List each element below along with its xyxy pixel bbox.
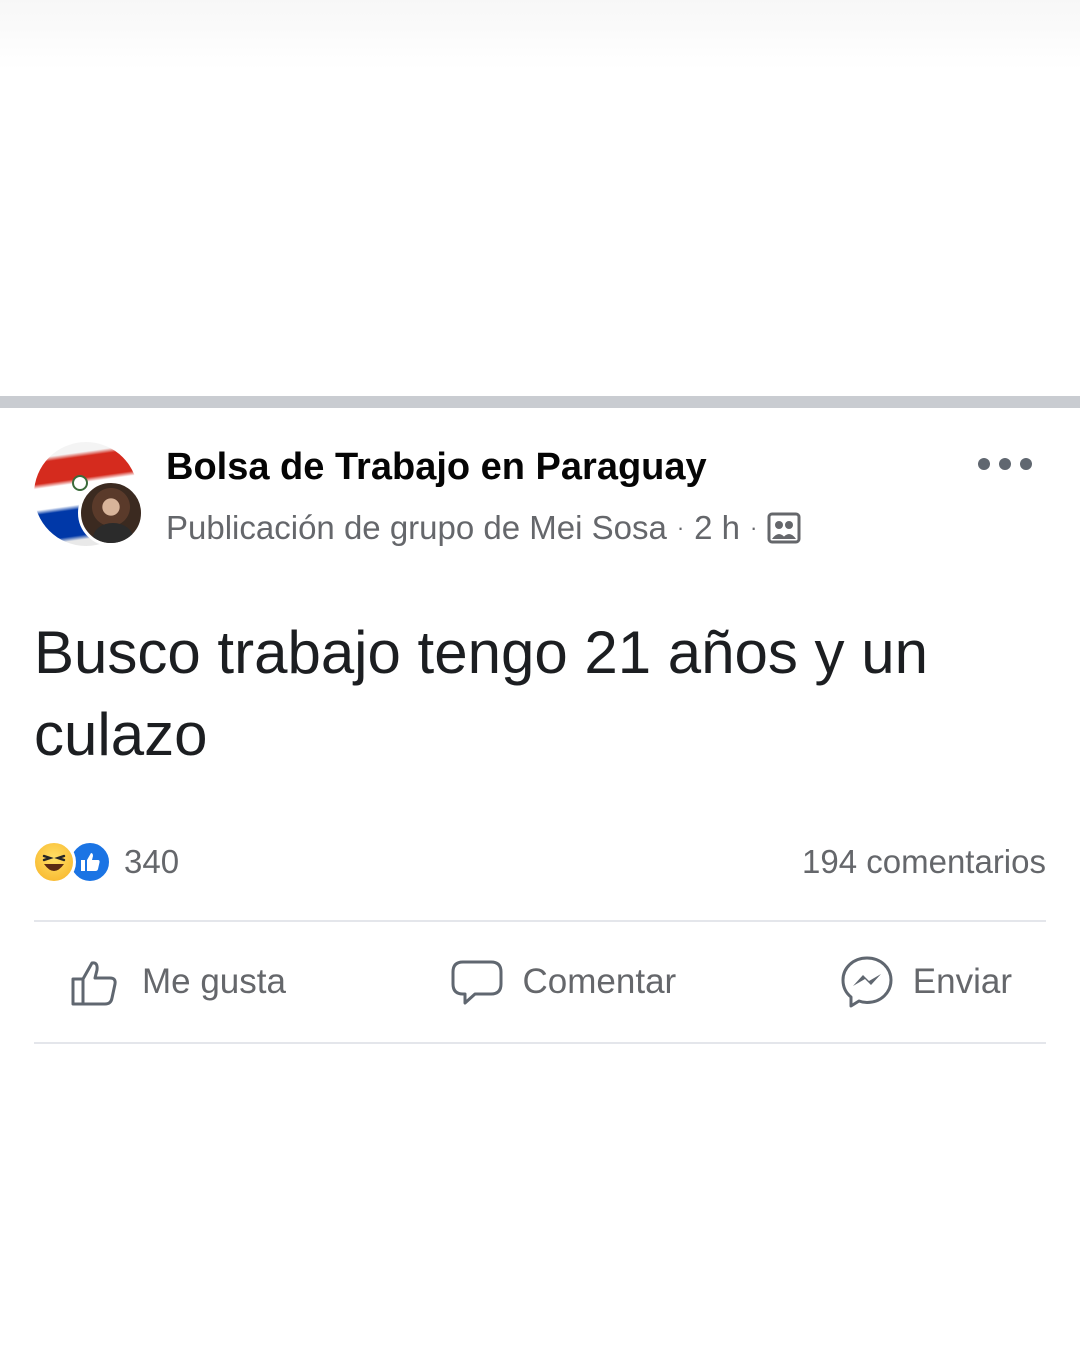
post-time[interactable]: 2 h	[694, 509, 740, 547]
more-dot	[978, 458, 990, 470]
like-button[interactable]: Me gusta	[34, 947, 320, 1017]
haha-reaction-icon	[32, 840, 76, 884]
flag-seal-icon	[72, 475, 88, 491]
comment-bubble-icon	[449, 954, 505, 1010]
feed-separator	[0, 396, 1080, 408]
group-privacy-icon	[767, 512, 801, 544]
send-label: Enviar	[912, 962, 1012, 1001]
comment-button[interactable]: Comentar	[415, 947, 711, 1017]
more-options-icon[interactable]	[978, 450, 1032, 478]
author-line[interactable]: Publicación de grupo de Mei Sosa	[166, 509, 667, 547]
more-dot	[1020, 458, 1032, 470]
meta-dot: ·	[676, 515, 685, 540]
user-avatar-figure	[93, 523, 133, 543]
reaction-summary[interactable]: 340	[32, 840, 179, 884]
group-name-link[interactable]: Bolsa de Trabajo en Paraguay	[166, 446, 707, 489]
messenger-icon	[839, 954, 895, 1010]
more-dot	[999, 458, 1011, 470]
post-body-text: Busco trabajo tengo 21 años y un culazo	[34, 619, 928, 768]
post-card: Bolsa de Trabajo en Paraguay Publicación…	[0, 408, 1080, 1346]
reaction-count: 340	[124, 843, 180, 880]
comment-label: Comentar	[522, 962, 677, 1001]
meta-dot: ·	[750, 515, 758, 540]
like-label: Me gusta	[142, 962, 286, 1001]
user-avatar[interactable]	[78, 480, 144, 546]
thumbs-up-icon	[68, 954, 124, 1010]
post-meta: Publicación de grupo de Mei Sosa · 2 h ·	[166, 508, 801, 548]
send-button[interactable]: Enviar	[805, 947, 1046, 1017]
group-avatar-stack[interactable]	[34, 442, 144, 550]
post-actions-bar: Me gusta Comentar Enviar	[34, 922, 1046, 1042]
comments-count-link[interactable]: 194 comentarios	[802, 840, 1046, 884]
actions-divider-bottom	[34, 1042, 1046, 1044]
top-blank-area	[0, 0, 1080, 396]
